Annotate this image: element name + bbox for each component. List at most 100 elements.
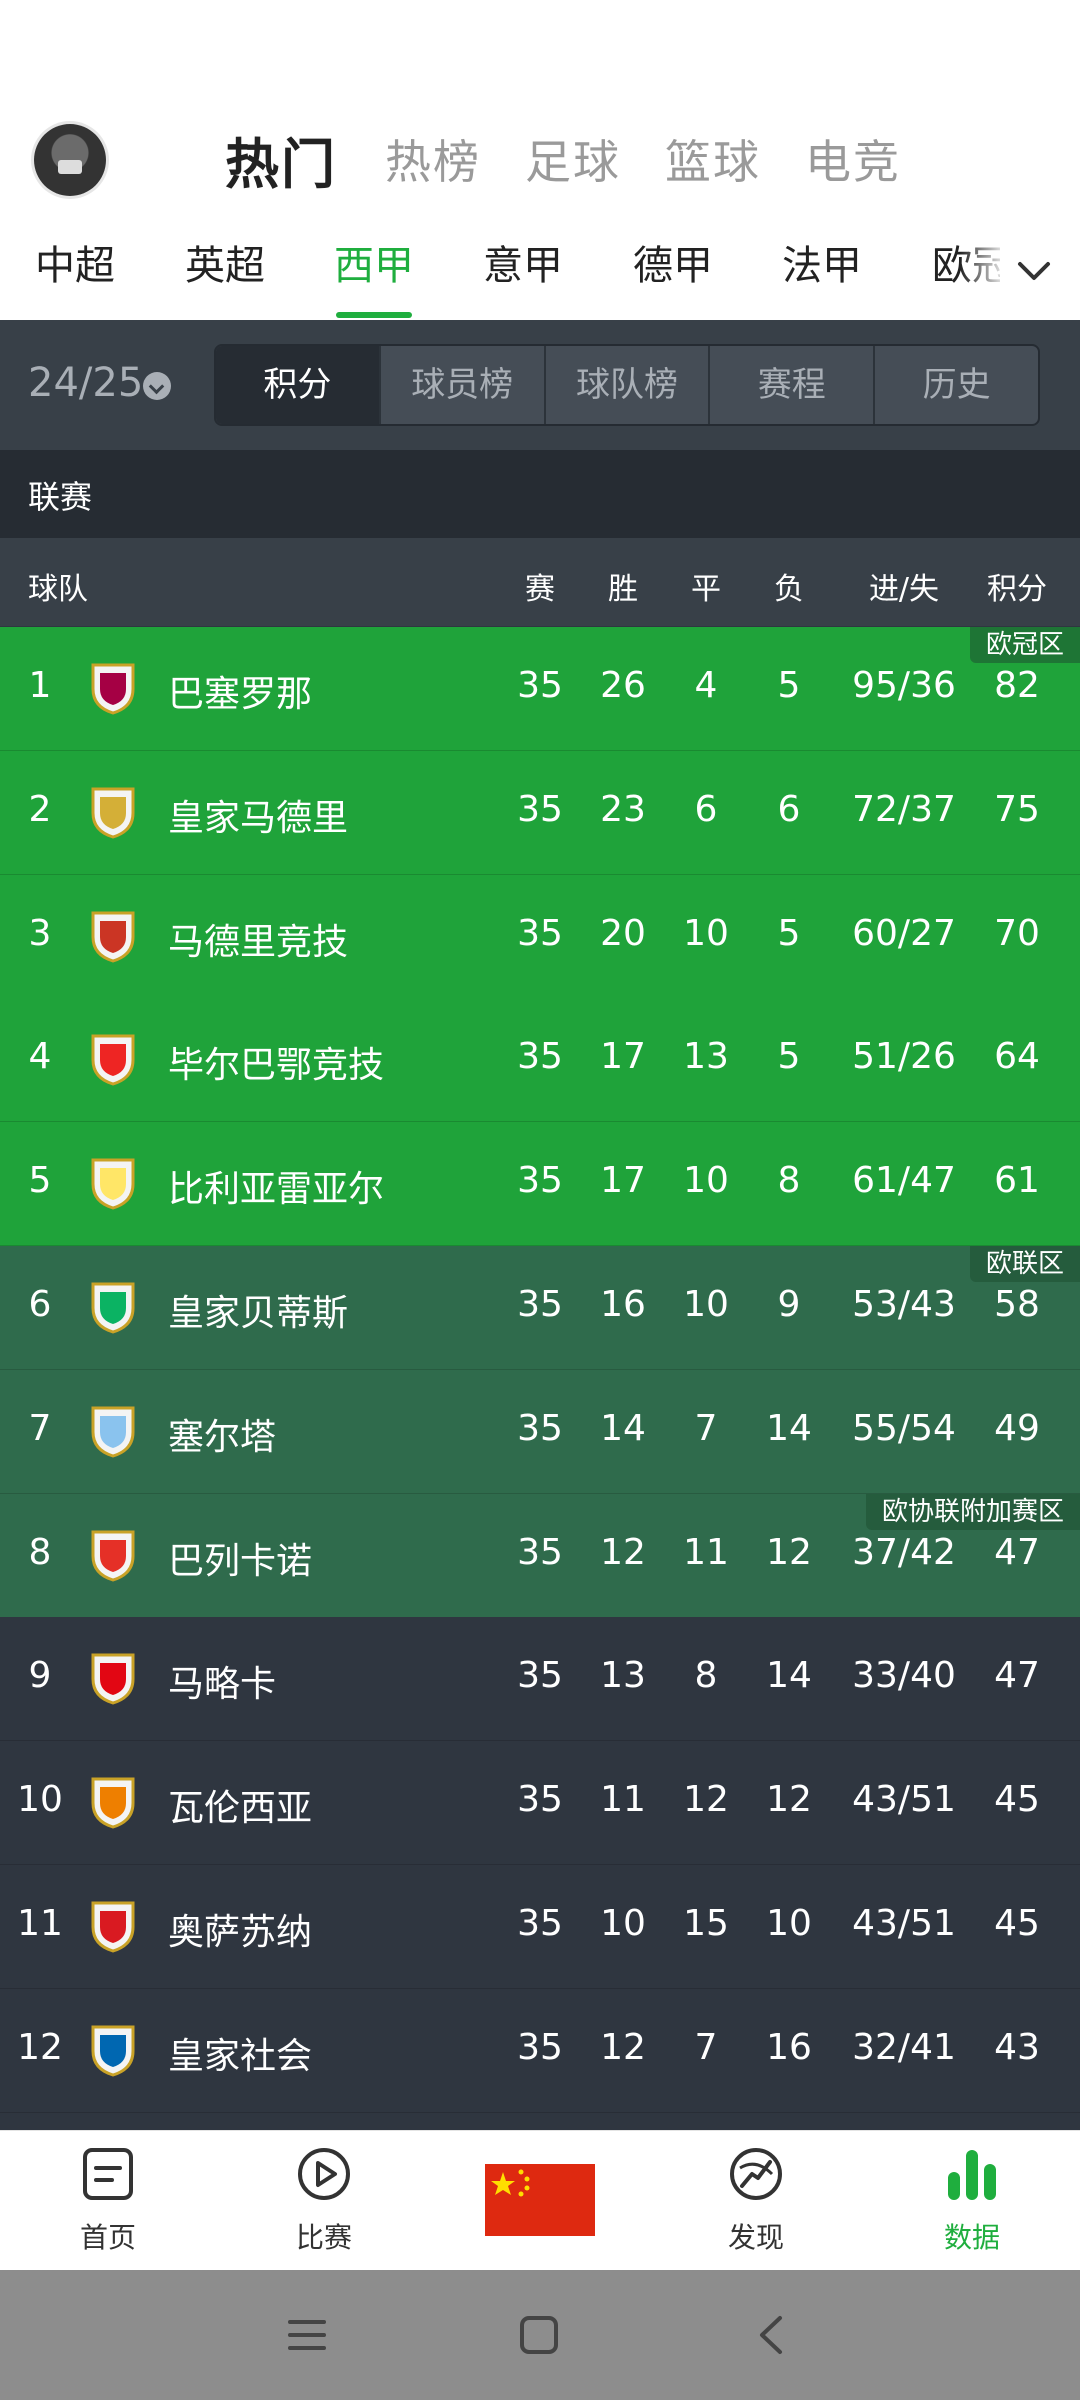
rayo-logo (84, 1526, 142, 1584)
table-row[interactable]: 11 奥萨苏纳 35 10 15 10 43/51 45 (0, 1865, 1080, 1989)
win-cell: 20 (600, 912, 646, 954)
loss-cell: 5 (777, 1036, 801, 1078)
points-cell: 43 (994, 2026, 1040, 2068)
sub-tabs: 积分 球员榜 球队榜 赛程 历史 (214, 344, 1040, 426)
section-header (0, 450, 1080, 538)
loss-cell: 10 (766, 1903, 812, 1944)
league-tab-csl[interactable]: 中超 (15, 236, 135, 320)
win-cell: 17 (600, 1160, 646, 1202)
points-cell: 45 (994, 1903, 1040, 1944)
china-flag-icon[interactable] (485, 2164, 595, 2236)
league-tabs: 中超 英超 西甲 意甲 德甲 法甲 欧冠 (0, 236, 1000, 320)
table-row[interactable]: 10 瓦伦西亚 35 11 12 12 43/51 45 (0, 1741, 1080, 1866)
win-cell: 17 (600, 1036, 646, 1078)
played-cell: 35 (517, 1036, 563, 1078)
played-cell: 35 (517, 1779, 563, 1821)
nav-home[interactable]: 首页 (38, 2146, 178, 2256)
subtab-team-rank[interactable]: 球队榜 (546, 346, 711, 424)
season-selector[interactable]: 24/25 (28, 358, 143, 408)
loss-cell: 5 (777, 912, 801, 954)
league-tab-epl[interactable]: 英超 (165, 236, 285, 320)
league-tab-seriea[interactable]: 意甲 (463, 236, 583, 320)
main-tab-basketball[interactable]: 篮球 (665, 126, 761, 192)
nav-discover[interactable]: 发现 (686, 2146, 826, 2256)
team-rank: 5 (28, 1160, 52, 1202)
zone-label: 欧联区 (969, 1246, 1080, 1282)
win-cell: 26 (600, 665, 646, 706)
points-cell: 70 (994, 912, 1040, 954)
table-row[interactable]: 2 皇家马德里 35 23 6 6 72/37 75 (0, 750, 1080, 875)
team-name: 皇家贝蒂斯 (168, 1293, 349, 1334)
main-tab-football[interactable]: 足球 (525, 126, 621, 192)
win-cell: 11 (600, 1779, 646, 1821)
col-draw: 平 (691, 572, 721, 607)
betis-logo (84, 1278, 142, 1336)
goals-cell: 60/27 (852, 912, 956, 954)
win-cell: 14 (600, 1407, 646, 1449)
villarreal-logo (84, 1154, 142, 1212)
nav-data-label: 数据 (943, 2221, 1000, 2254)
played-cell: 35 (517, 1407, 563, 1449)
league-tab-bundesliga[interactable]: 德甲 (613, 236, 733, 320)
home-doc-icon (83, 2148, 133, 2200)
loss-cell: 14 (766, 1407, 812, 1449)
bar-chart-icon (948, 2150, 996, 2200)
main-tab-esports[interactable]: 电竞 (805, 126, 901, 192)
league-tab-laliga[interactable]: 西甲 (314, 236, 434, 320)
team-name: 比利亚雷亚尔 (168, 1169, 385, 1211)
draw-cell: 13 (683, 1036, 729, 1078)
subtab-history[interactable]: 历史 (875, 346, 1038, 424)
played-cell: 35 (517, 788, 563, 830)
draw-cell: 6 (694, 788, 718, 830)
team-rank: 7 (28, 1407, 52, 1449)
nav-discover-label: 发现 (727, 2221, 784, 2254)
team-name: 塞尔塔 (168, 1416, 277, 1458)
nav-matches-label: 比赛 (295, 2221, 352, 2254)
goals-cell: 32/41 (852, 2026, 956, 2068)
loss-cell: 16 (766, 2026, 812, 2068)
table-row[interactable]: 9 马略卡 35 13 8 14 33/40 47 (0, 1617, 1080, 1742)
league-tab-ligue1[interactable]: 法甲 (762, 236, 882, 320)
played-cell: 35 (517, 2026, 563, 2068)
table-row[interactable]: 3 马德里竞技 35 20 10 5 60/27 70 (0, 874, 1080, 999)
chevron-down-icon[interactable] (1010, 250, 1058, 290)
user-avatar[interactable] (34, 124, 106, 196)
draw-cell: 11 (683, 1531, 729, 1573)
home-button-icon[interactable] (514, 2310, 564, 2360)
goals-cell: 55/54 (852, 1407, 956, 1449)
osasuna-logo (84, 1897, 142, 1955)
win-cell: 16 (600, 1284, 646, 1325)
played-cell: 35 (517, 665, 563, 706)
real-sociedad-logo (84, 2021, 142, 2079)
table-row[interactable]: 8 巴列卡诺 35 12 11 12 37/42 47 欧协联附加赛区 (0, 1493, 1080, 1618)
atletico-logo (84, 907, 142, 965)
played-cell: 35 (517, 912, 563, 954)
main-tab-hot-list[interactable]: 热榜 (385, 126, 481, 192)
points-cell: 82 (994, 665, 1040, 706)
subtab-schedule[interactable]: 赛程 (710, 346, 876, 424)
season-dropdown-icon[interactable] (143, 372, 171, 400)
subtab-player-rank[interactable]: 球员榜 (381, 346, 546, 424)
team-rank: 2 (28, 788, 52, 830)
points-cell: 47 (994, 1531, 1040, 1573)
recent-apps-icon[interactable] (282, 2310, 332, 2360)
table-row[interactable]: 1 巴塞罗那 35 26 4 5 95/36 82 欧冠区 (0, 627, 1080, 751)
back-icon[interactable] (748, 2310, 798, 2360)
valencia-logo (84, 1773, 142, 1831)
played-cell: 35 (517, 1160, 563, 1202)
win-cell: 23 (600, 788, 646, 830)
nav-data[interactable]: 数据 (902, 2146, 1042, 2256)
table-row[interactable]: 6 皇家贝蒂斯 35 16 10 9 53/43 58 欧联区 (0, 1246, 1080, 1370)
table-row[interactable]: 12 皇家社会 35 12 7 16 32/41 43 (0, 1988, 1080, 2113)
goals-cell: 53/43 (852, 1284, 956, 1325)
nav-matches[interactable]: 比赛 (254, 2146, 394, 2256)
table-row[interactable]: 4 毕尔巴鄂竞技 35 17 13 5 51/26 64 (0, 998, 1080, 1123)
points-cell: 75 (994, 788, 1040, 830)
barcelona-logo (84, 659, 142, 717)
loss-cell: 5 (777, 665, 801, 706)
subtab-standings[interactable]: 积分 (216, 346, 381, 424)
draw-cell: 12 (683, 1779, 729, 1821)
main-tab-hot[interactable]: 热门 (225, 120, 337, 199)
table-row[interactable]: 7 塞尔塔 35 14 7 14 55/54 49 (0, 1369, 1080, 1494)
table-row[interactable]: 5 比利亚雷亚尔 35 17 10 8 61/47 61 (0, 1122, 1080, 1247)
